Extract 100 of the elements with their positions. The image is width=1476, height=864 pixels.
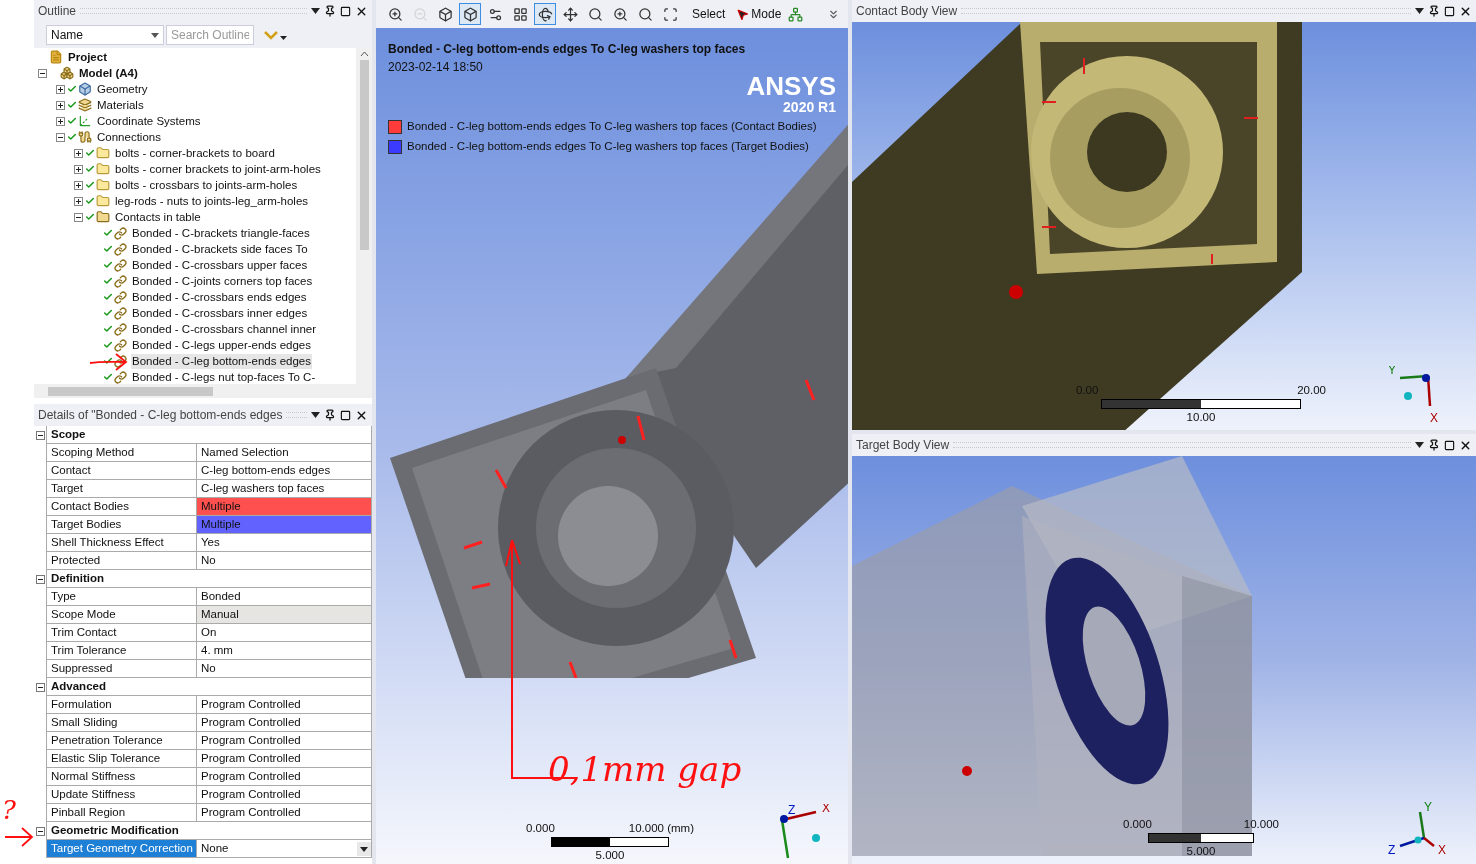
- plus-icon: [57, 85, 64, 93]
- tree-item[interactable]: Bonded - C-legs upper-ends edges: [131, 337, 312, 353]
- project-icon: [49, 50, 63, 64]
- tree-item[interactable]: Bonded - C-crossbars channel inner: [131, 321, 318, 337]
- mode-button[interactable]: Mode: [732, 5, 786, 23]
- tree-item[interactable]: bolts - crossbars to joints-arm-holes: [114, 177, 299, 193]
- plus-icon: [75, 149, 82, 157]
- collapse-toggle[interactable]: [35, 574, 45, 584]
- tree-item[interactable]: Bonded - C-brackets triangle-faces: [131, 225, 311, 241]
- property-dropdown[interactable]: None: [196, 840, 372, 858]
- materials-icon: [78, 98, 92, 112]
- property-label[interactable]: Shell Thickness Effect: [46, 534, 196, 552]
- expand-toggle[interactable]: [74, 148, 83, 158]
- maximize-icon[interactable]: [340, 409, 351, 421]
- cube-button[interactable]: [459, 3, 481, 25]
- dropdown-arrow-icon[interactable]: [1415, 442, 1424, 448]
- pin-icon[interactable]: [324, 409, 336, 421]
- contact-icon: [114, 242, 127, 256]
- network-icon[interactable]: [788, 6, 804, 22]
- property-label[interactable]: Contact Bodies: [46, 498, 196, 516]
- pin-icon[interactable]: [324, 5, 336, 17]
- expand-toggle[interactable]: [56, 84, 65, 94]
- contact-icon: [114, 322, 127, 336]
- maximize-icon[interactable]: [1444, 5, 1455, 17]
- property-label[interactable]: Scoping Method: [46, 444, 196, 462]
- tree-item[interactable]: Bonded - C-brackets side faces To: [131, 241, 309, 257]
- tree-item[interactable]: Bonded - C-crossbars ends edges: [131, 289, 308, 305]
- axis-label: Y: [1388, 366, 1396, 377]
- expand-toggle[interactable]: [74, 196, 83, 206]
- expand-toggle[interactable]: [56, 100, 65, 110]
- property-label[interactable]: Target: [46, 480, 196, 498]
- collapse-toggle[interactable]: [35, 826, 45, 836]
- tree-item[interactable]: Coordinate Systems: [96, 113, 202, 129]
- property-label[interactable]: Suppressed: [46, 660, 196, 678]
- dropdown-arrow-icon[interactable]: [311, 8, 320, 14]
- search-field[interactable]: Search Outline: [166, 25, 254, 45]
- property-label[interactable]: Small Sliding: [46, 714, 196, 732]
- tree-item[interactable]: Bonded - C-legs nut top-faces To C-: [131, 369, 317, 384]
- tree-item[interactable]: Project: [67, 49, 108, 65]
- pin-icon[interactable]: [1428, 5, 1440, 17]
- tree-item[interactable]: Bonded - C-crossbars upper faces: [131, 257, 309, 273]
- vertical-scrollbar[interactable]: [356, 48, 372, 384]
- property-label[interactable]: Protected: [46, 552, 196, 570]
- tree-item[interactable]: Bonded - C-leg bottom-ends edges: [131, 353, 312, 369]
- property-value: Program Controlled: [196, 804, 372, 822]
- property-label[interactable]: Target Bodies: [46, 516, 196, 534]
- scale-label: 5.000: [595, 847, 625, 863]
- expand-toggle[interactable]: [74, 180, 83, 190]
- property-label[interactable]: Formulation: [46, 696, 196, 714]
- contact-icon: [114, 306, 127, 320]
- contact-icon: [114, 338, 127, 352]
- property-label[interactable]: Scope Mode: [46, 606, 196, 624]
- expand-toggle[interactable]: [74, 164, 83, 174]
- expand-toggle[interactable]: [56, 116, 65, 126]
- tree-item[interactable]: Connections: [96, 129, 162, 145]
- scroll-up-icon[interactable]: [359, 51, 369, 57]
- property-value: Program Controlled: [196, 786, 372, 804]
- property-label[interactable]: Target Geometry Correction: [46, 840, 196, 858]
- tree-item[interactable]: Contacts in table: [114, 209, 202, 225]
- rotate-button[interactable]: [534, 3, 556, 25]
- property-label[interactable]: Normal Stiffness: [46, 768, 196, 786]
- pin-icon[interactable]: [1428, 439, 1440, 451]
- horizontal-scrollbar[interactable]: [34, 384, 372, 398]
- tree-item[interactable]: Geometry: [96, 81, 149, 97]
- tree-item[interactable]: Model (A4): [78, 65, 139, 81]
- annotation-text: 0,1mm gap: [548, 748, 742, 791]
- collapse-toggle[interactable]: [38, 68, 47, 78]
- property-label[interactable]: Contact: [46, 462, 196, 480]
- property-value: No: [196, 660, 372, 678]
- dropdown-arrow-icon[interactable]: [1415, 8, 1424, 14]
- cube-icon: [462, 6, 478, 22]
- collapse-toggle[interactable]: [35, 682, 45, 692]
- property-label[interactable]: Update Stiffness: [46, 786, 196, 804]
- name-filter-dropdown[interactable]: Name: [46, 25, 164, 45]
- tree-item[interactable]: leg-rods - nuts to joints-leg_arm-holes: [114, 193, 310, 209]
- tree-item[interactable]: bolts - corner-brackets to board: [114, 145, 276, 161]
- maximize-icon[interactable]: [1444, 439, 1455, 451]
- select-button[interactable]: Select: [688, 5, 730, 23]
- property-label[interactable]: Penetration Tolerance: [46, 732, 196, 750]
- tree-item[interactable]: Materials: [96, 97, 145, 113]
- collapse-toggle[interactable]: [56, 132, 65, 142]
- maximize-icon[interactable]: [340, 5, 351, 17]
- plus-icon: [75, 165, 82, 173]
- property-label[interactable]: Type: [46, 588, 196, 606]
- dropdown-arrow-icon[interactable]: [311, 412, 320, 418]
- property-value: C-leg bottom-ends edges: [196, 462, 372, 480]
- zoom-icon: [587, 6, 603, 22]
- geometry-icon: [78, 82, 92, 96]
- property-label[interactable]: Trim Contact: [46, 624, 196, 642]
- collapse-toggle[interactable]: [35, 430, 45, 440]
- tree-item[interactable]: Bonded - C-joints corners top faces: [131, 273, 314, 289]
- tree-item[interactable]: Bonded - C-crossbars inner edges: [131, 305, 309, 321]
- plus-icon: [57, 117, 64, 125]
- tree-item[interactable]: bolts - corner brackets to joint-arm-holes: [114, 161, 322, 177]
- collapse-toggle[interactable]: [74, 212, 83, 222]
- property-label[interactable]: Trim Tolerance: [46, 642, 196, 660]
- property-value: Program Controlled: [196, 732, 372, 750]
- property-label[interactable]: Elastic Slip Tolerance: [46, 750, 196, 768]
- property-label[interactable]: Pinball Region: [46, 804, 196, 822]
- property-value: Program Controlled: [196, 714, 372, 732]
